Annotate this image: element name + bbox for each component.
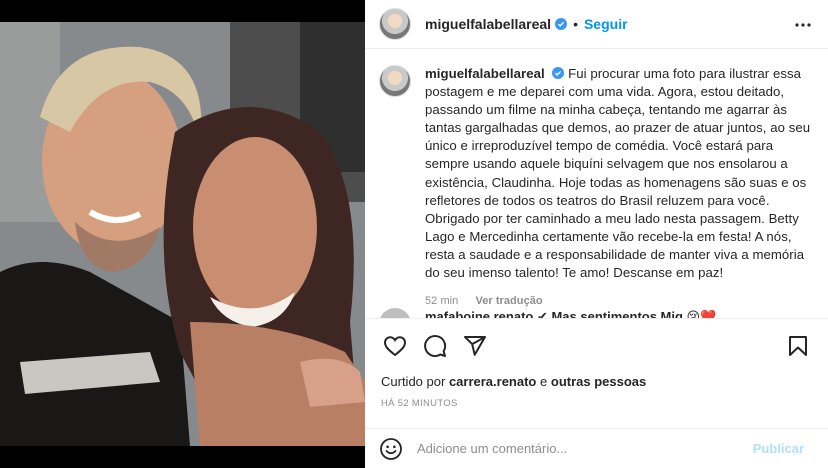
comment-input[interactable]: [417, 441, 753, 456]
more-horizontal-icon[interactable]: [794, 16, 812, 34]
follow-button[interactable]: Seguir: [584, 16, 628, 32]
post-timestamp[interactable]: HÁ 52 MINUTOS: [381, 398, 458, 409]
comment-peek-text: mafaboine renato ✔ Mas sentimentos Mig 😢…: [425, 309, 717, 319]
publish-button[interactable]: Publicar: [753, 441, 804, 456]
caption-username[interactable]: miguelfalabellareal: [425, 66, 545, 81]
author-avatar[interactable]: [379, 8, 411, 40]
post-header: miguelfalabellareal • Seguir: [365, 0, 828, 49]
post-photo-container: [0, 0, 365, 468]
likes-summary: Curtido por carrera.renato e outras pess…: [381, 374, 646, 389]
caption-avatar[interactable]: [379, 65, 411, 97]
photo-illustration: [0, 22, 365, 446]
action-bar: [365, 319, 828, 373]
see-translation-link[interactable]: Ver tradução: [475, 295, 542, 307]
likes-user-link[interactable]: carrera.renato: [449, 374, 536, 389]
author-username[interactable]: miguelfalabellareal: [425, 16, 551, 32]
comment-peek-row: mafaboine renato ✔ Mas sentimentos Mig 😢…: [379, 308, 814, 318]
smiley-icon[interactable]: [379, 437, 403, 461]
comment-icon[interactable]: [423, 334, 447, 358]
heart-icon[interactable]: [383, 334, 407, 358]
add-comment-bar: Publicar: [365, 428, 828, 468]
actions-section: [365, 318, 828, 373]
caption-text: Fui procurar uma foto para ilustrar essa…: [425, 66, 811, 281]
caption-body: miguelfalabellareal Fui procurar uma fot…: [425, 65, 814, 310]
caption-section: miguelfalabellareal Fui procurar uma fot…: [365, 49, 828, 311]
commenter-avatar[interactable]: [379, 308, 411, 318]
likes-others-link[interactable]: outras pessoas: [551, 374, 646, 389]
verified-badge-icon: [555, 18, 568, 30]
likes-conjunction: e: [540, 374, 548, 389]
verified-badge-icon: [552, 67, 565, 79]
caption-row: miguelfalabellareal Fui procurar uma fot…: [379, 65, 814, 310]
likes-prefix: Curtido por: [381, 374, 446, 389]
paper-plane-icon[interactable]: [463, 334, 487, 358]
header-separator: •: [573, 16, 578, 32]
post-photo[interactable]: [0, 22, 365, 446]
caption-age: 52 min: [425, 295, 459, 308]
post-side-panel: miguelfalabellareal • Seguir miguelfalab…: [365, 0, 828, 468]
bookmark-icon[interactable]: [786, 334, 810, 358]
instagram-post: miguelfalabellareal • Seguir miguelfalab…: [0, 0, 828, 468]
